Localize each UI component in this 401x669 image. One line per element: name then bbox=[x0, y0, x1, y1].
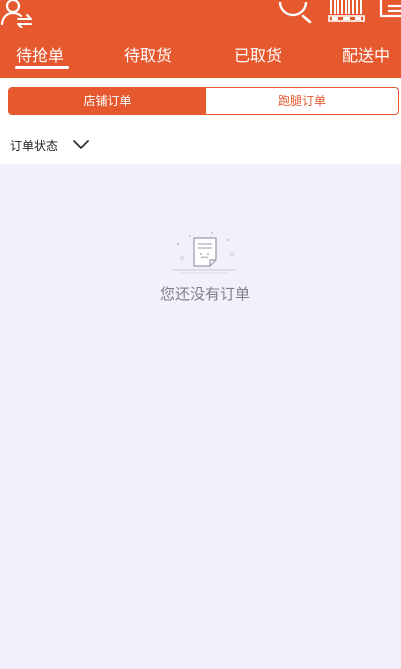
tab-picked-up[interactable]: 已取货 bbox=[234, 42, 282, 70]
active-tab-indicator bbox=[15, 66, 69, 69]
app-header: 待抢单 待取货 已取货 配送中 bbox=[0, 0, 401, 78]
order-type-bar: 店铺订单 跑腿订单 bbox=[0, 78, 401, 128]
barcode-scan-icon[interactable] bbox=[328, 0, 366, 24]
search-icon[interactable] bbox=[277, 0, 313, 24]
list-menu-icon[interactable] bbox=[378, 0, 401, 26]
user-switch-icon[interactable] bbox=[0, 0, 34, 28]
errand-orders-button[interactable]: 跑腿订单 bbox=[206, 88, 398, 114]
order-status-label: 订单状态 bbox=[10, 139, 59, 153]
chevron-down-icon bbox=[73, 140, 89, 149]
top-toolbar bbox=[0, 0, 401, 30]
order-status-filter[interactable]: 订单状态 bbox=[0, 128, 401, 164]
tab-delivering[interactable]: 配送中 bbox=[342, 42, 390, 70]
tab-pending-pickup[interactable]: 待取货 bbox=[124, 42, 172, 70]
empty-state-message: 您还没有订单 bbox=[159, 285, 250, 303]
order-type-segmented-control: 店铺订单 跑腿订单 bbox=[8, 87, 399, 115]
empty-order-icon bbox=[172, 232, 236, 274]
store-orders-button[interactable]: 店铺订单 bbox=[9, 88, 206, 114]
